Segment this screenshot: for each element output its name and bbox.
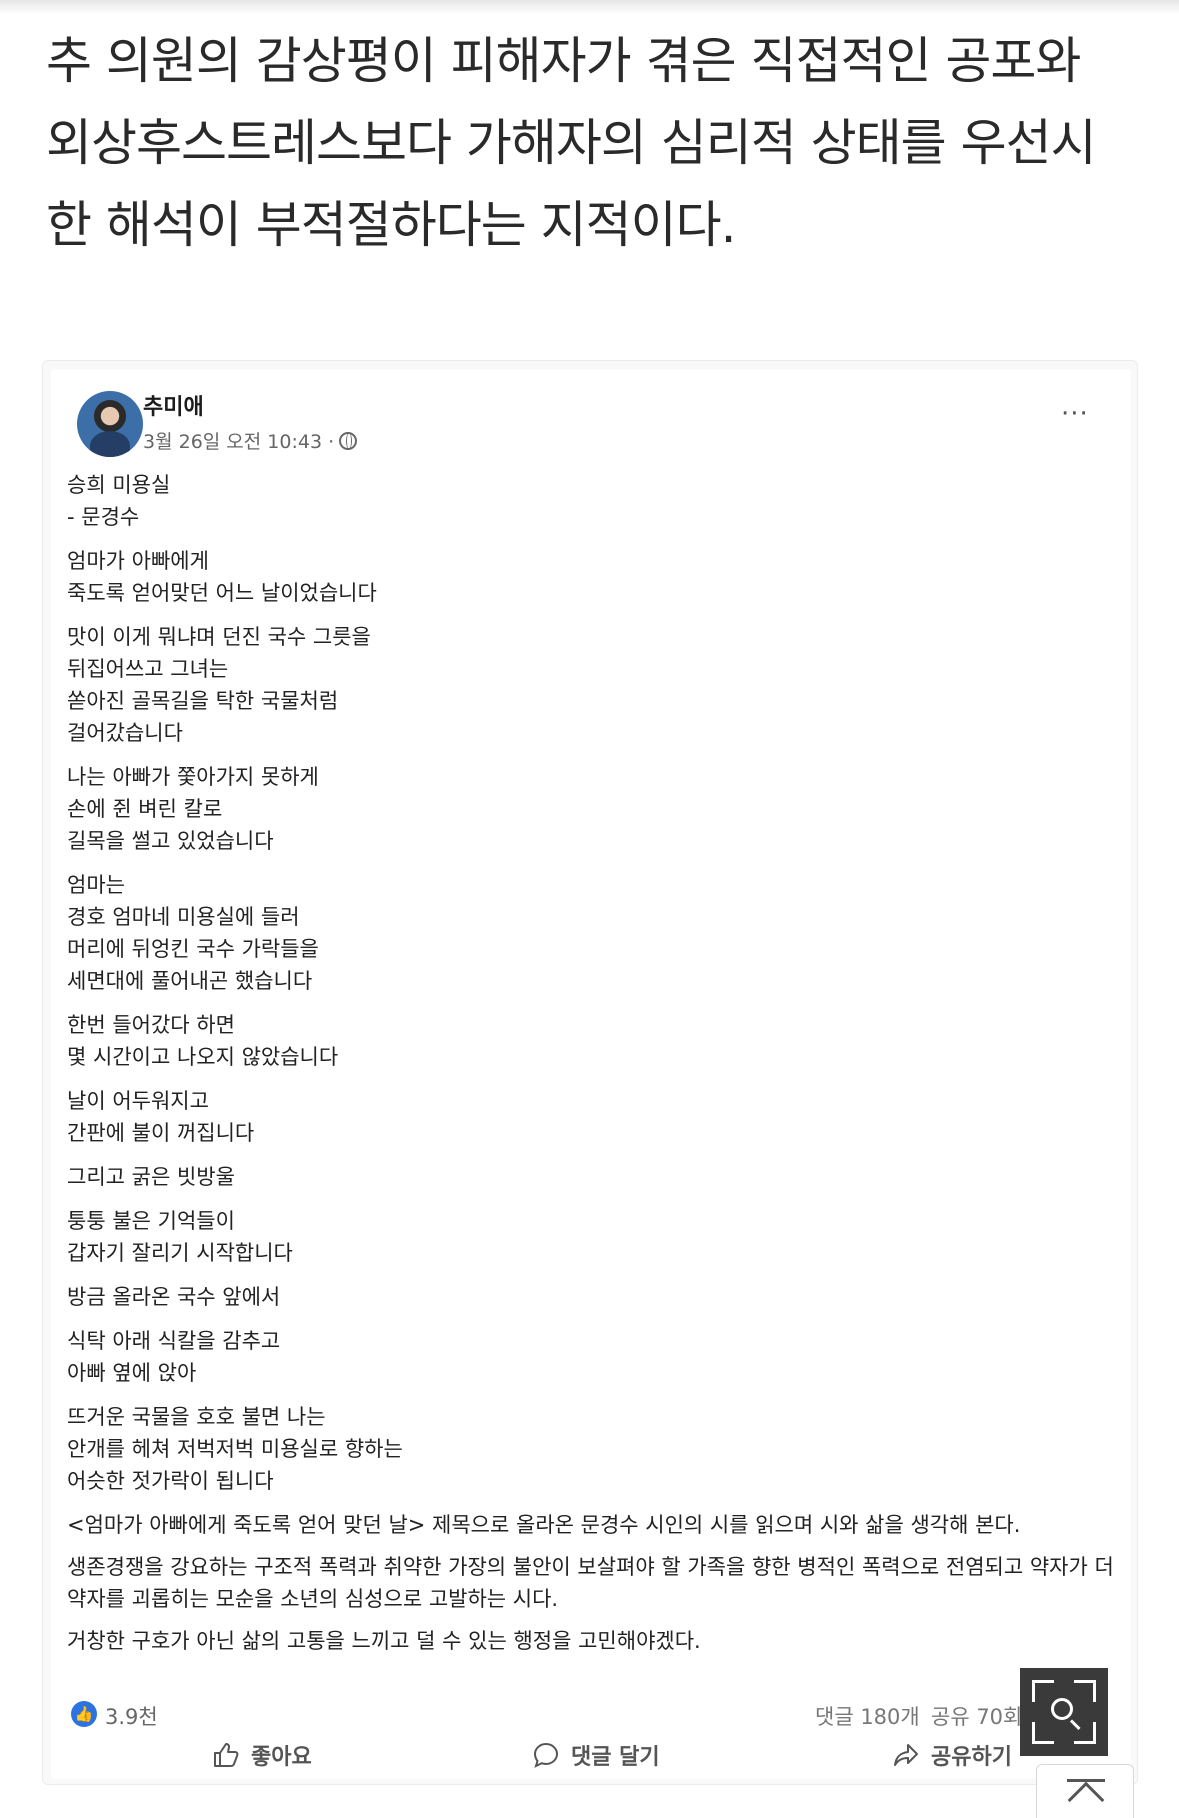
poem-stanza: 승희 미용실 - 문경수	[67, 469, 1117, 533]
poem-line: 경호 엄마네 미용실에 들러	[67, 905, 300, 929]
post-actions: 좋아요 댓글 달기 공유하기	[71, 1739, 1121, 1773]
poem-stanza: 식탁 아래 식칼을 감추고아빠 옆에 앉아	[67, 1325, 1117, 1389]
poem-line: 식탁 아래 식칼을 감추고	[67, 1329, 281, 1353]
comment-bubble-icon	[533, 1742, 559, 1768]
poem-stanza: 방금 올라온 국수 앞에서	[67, 1281, 1117, 1313]
zoom-image-button[interactable]	[1020, 1668, 1108, 1756]
poem-line: 쏟아진 골목길을 탁한 국물처럼	[67, 689, 339, 713]
chevron-up-icon	[1067, 1781, 1105, 1818]
poem-line: 맛이 이게 뭐냐며 던진 국수 그릇을	[67, 625, 371, 649]
corner-bracket	[1032, 1680, 1054, 1702]
corner-bracket	[1074, 1680, 1096, 1702]
poem-stanza: 한번 들어갔다 하면몇 시간이고 나오지 않았습니다	[67, 1009, 1117, 1073]
poem-line: 어슷한 젓가락이 됩니다	[67, 1469, 274, 1493]
poem-line: 엄마가 아빠에게	[67, 549, 209, 573]
poem-line: 엄마는	[67, 873, 125, 897]
comment-label: 댓글 달기	[571, 1745, 660, 1770]
poem-line: 승희 미용실	[67, 473, 171, 497]
share-count[interactable]: 공유 70회	[931, 1701, 1022, 1731]
poem-line: 간판에 불이 꺼집니다	[67, 1121, 255, 1145]
comment-count[interactable]: 댓글 180개	[815, 1701, 920, 1731]
poem-line: 손에 쥔 벼린 칼로	[67, 797, 223, 821]
article-line: 외상후스트레스보다 가해자의 심리적 상태를 우선시	[46, 114, 1097, 172]
poem-line: 갑자기 잘리기 시작합니다	[67, 1241, 293, 1265]
globe-icon	[339, 431, 358, 450]
poem-line: 죽도록 얻어맞던 어느 날이었습니다	[67, 581, 377, 605]
thumbs-up-icon: 👍	[71, 1701, 97, 1727]
facebook-post-screenshot: 추미애 3월 26일 오전 10:43 · ··· 승희 미용실 - 문경수엄마가…	[42, 360, 1138, 1785]
poem-line: 길목을 썰고 있었습니다	[67, 829, 274, 853]
poem-line: 아빠 옆에 앉아	[67, 1361, 197, 1385]
share-arrow-icon	[894, 1744, 918, 1766]
poem-line: 방금 올라온 국수 앞에서	[67, 1285, 281, 1309]
zoom-search-icon	[1051, 1698, 1073, 1720]
poem-line: 뒤집어쓰고 그녀는	[67, 657, 229, 681]
post-body: 승희 미용실 - 문경수엄마가 아빠에게죽도록 얻어맞던 어느 날이었습니다맛이 …	[67, 469, 1117, 1667]
poem-line: 걸어갔습니다	[67, 721, 183, 745]
poem-stanza: 엄마는경호 엄마네 미용실에 들러머리에 뒤엉킨 국수 가락들을세면대에 풀어내…	[67, 869, 1117, 997]
post-card: 추미애 3월 26일 오전 10:43 · ··· 승희 미용실 - 문경수엄마가…	[51, 369, 1131, 1779]
poem-line: 날이 어두워지고	[67, 1089, 209, 1113]
poem-stanza: 엄마가 아빠에게죽도록 얻어맞던 어느 날이었습니다	[67, 545, 1117, 609]
poem-stanza: 그리고 굵은 빗방울	[67, 1161, 1117, 1193]
author-avatar[interactable]	[77, 391, 143, 457]
article-line: 추 의원의 감상평이 피해자가 겪은 직접적인 공포와	[46, 32, 1081, 90]
poem-line: 뜨거운 국물을 호호 불면 나는	[67, 1405, 326, 1429]
post-paragraph: <엄마가 아빠에게 죽도록 얻어 맞던 날> 제목으로 올라온 문경수 시인의 …	[67, 1513, 1021, 1537]
like-label: 좋아요	[251, 1745, 312, 1770]
poem-line: 그리고 굵은 빗방울	[67, 1165, 235, 1189]
scroll-to-top-button[interactable]	[1036, 1764, 1134, 1818]
poem-line: 한번 들어갔다 하면	[67, 1013, 235, 1037]
article-line: 한 해석이 부적절하다는 지적이다.	[46, 196, 737, 254]
article-text: 추 의원의 감상평이 피해자가 겪은 직접적인 공포와 외상후스트레스보다 가해…	[46, 20, 1146, 266]
poem-stanza: 날이 어두워지고간판에 불이 꺼집니다	[67, 1085, 1117, 1149]
thumbs-up-outline-icon	[214, 1743, 239, 1767]
post-timestamp[interactable]: 3월 26일 오전 10:43 ·	[143, 427, 334, 454]
like-count[interactable]: 3.9천	[105, 1701, 158, 1731]
post-paragraph: 거창한 구호가 아닌 삶의 고통을 느끼고 덜 수 있는 행정을 고민해야겠다.	[67, 1629, 701, 1653]
top-shade	[0, 0, 1179, 14]
share-label: 공유하기	[931, 1745, 1012, 1770]
corner-bracket	[1032, 1722, 1054, 1744]
post-paragraph: 생존경쟁을 강요하는 구조적 폭력과 취약한 가장의 불안이 보살펴야 할 가족…	[67, 1555, 1114, 1611]
poem-stanza: 맛이 이게 뭐냐며 던진 국수 그릇을뒤집어쓰고 그녀는쏟아진 골목길을 탁한 …	[67, 621, 1117, 749]
poem-line: 퉁퉁 불은 기억들이	[67, 1209, 235, 1233]
poem-line: 세면대에 풀어내곤 했습니다	[67, 969, 313, 993]
poem-line: 안개를 헤쳐 저벅저벅 미용실로 향하는	[67, 1437, 403, 1461]
author-name[interactable]: 추미애	[143, 389, 204, 421]
poem-line: 머리에 뒤엉킨 국수 가락들을	[67, 937, 319, 961]
poem-stanza: 퉁퉁 불은 기억들이갑자기 잘리기 시작합니다	[67, 1205, 1117, 1269]
post-meta: 3월 26일 오전 10:43 ·	[143, 427, 358, 454]
like-button[interactable]: 좋아요	[211, 1739, 312, 1771]
post-stats: 👍 3.9천 댓글 180개 공유 70회	[71, 1699, 1121, 1733]
poem-line: 몇 시간이고 나오지 않았습니다	[67, 1045, 339, 1069]
poem-stanza: 뜨거운 국물을 호호 불면 나는안개를 헤쳐 저벅저벅 미용실로 향하는어슷한 …	[67, 1401, 1117, 1497]
comment-button[interactable]: 댓글 달기	[531, 1739, 660, 1771]
share-button[interactable]: 공유하기	[891, 1739, 1012, 1771]
poem-line: - 문경수	[67, 505, 140, 529]
more-options-icon[interactable]: ···	[1061, 399, 1089, 429]
poem-line: 나는 아빠가 쫓아가지 못하게	[67, 765, 319, 789]
poem-stanza: 나는 아빠가 쫓아가지 못하게손에 쥔 벼린 칼로길목을 썰고 있었습니다	[67, 761, 1117, 857]
